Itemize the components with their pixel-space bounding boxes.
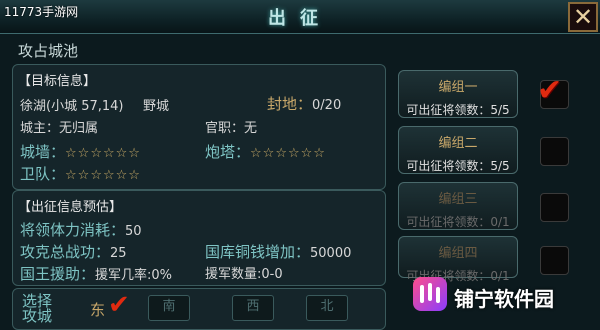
brand-text: 铺宁软件园	[454, 287, 554, 311]
aid-count: 援军数量:0-0	[205, 267, 283, 282]
close-icon[interactable]: ✕	[573, 3, 593, 31]
close-button[interactable]: ✕	[568, 2, 598, 32]
wall-label: 城墙：	[20, 143, 66, 161]
attack-merit-value: 25	[110, 246, 127, 261]
group-3-info: 可出征将领数：0/1	[406, 215, 510, 229]
target-city-type: 野城	[143, 99, 170, 114]
group-3-name: 编组三	[438, 192, 478, 207]
group-4-name: 编组四	[438, 246, 478, 261]
window-title: 出征	[268, 8, 332, 29]
brand-logo-icon	[413, 277, 447, 311]
checkmark-icon: ✔	[537, 73, 563, 108]
group-2-info: 可出征将领数：5/5	[406, 159, 510, 173]
page-subtitle: 攻占城池	[18, 42, 79, 60]
group-3-checkbox[interactable]	[540, 193, 569, 222]
tower-label: 炮塔：	[205, 143, 251, 161]
target-city: 徐湖(小城 57,14)	[20, 99, 124, 114]
group-2-button[interactable]: 编组二 可出征将领数：5/5	[398, 126, 518, 174]
group-1-checkbox[interactable]: ✔	[537, 73, 569, 109]
wall-stars: ☆☆☆☆☆☆	[65, 146, 141, 161]
direction-south[interactable]: 南	[148, 295, 190, 321]
king-aid-label: 国王援助：	[20, 265, 96, 283]
group-1-name: 编组一	[438, 80, 478, 95]
stamina-label: 将领体力消耗：	[20, 221, 126, 239]
east-checkmark-icon[interactable]: ✔	[108, 290, 130, 320]
direction-label: 选择攻城	[22, 292, 53, 325]
group-4-checkbox[interactable]	[540, 246, 569, 275]
direction-west[interactable]: 西	[232, 295, 274, 321]
direction-east[interactable]: 东	[90, 299, 105, 320]
guard-label: 卫队：	[20, 165, 66, 183]
group-4-button[interactable]: 编组四 可出征将领数：0/1	[398, 236, 518, 283]
aid-rate: 援军几率:0%	[95, 268, 173, 283]
fief-label: 封地：	[267, 95, 313, 113]
group-1-info: 可出征将领数：5/5	[406, 103, 510, 117]
group-2-name: 编组二	[438, 136, 478, 151]
group-1-button[interactable]: 编组一 可出征将领数：5/5	[398, 70, 518, 118]
guard-stars: ☆☆☆☆☆☆	[65, 168, 141, 183]
copper-label: 国库铜钱增加：	[205, 243, 311, 261]
target-info-header: 【目标信息】	[18, 74, 97, 89]
city-office: 官职：无	[205, 121, 258, 136]
estimate-header: 【出征信息预估】	[18, 200, 123, 215]
tower-stars: ☆☆☆☆☆☆	[250, 146, 326, 161]
stamina-value: 50	[125, 224, 142, 239]
group-2-checkbox[interactable]	[540, 137, 569, 166]
group-3-button[interactable]: 编组三 可出征将领数：0/1	[398, 182, 518, 230]
attack-merit-label: 攻克总战功：	[20, 243, 111, 261]
fief-value: 0/20	[312, 98, 342, 113]
copper-value: 50000	[310, 246, 352, 261]
direction-north[interactable]: 北	[306, 295, 348, 321]
city-owner: 城主：无归属	[20, 121, 99, 136]
